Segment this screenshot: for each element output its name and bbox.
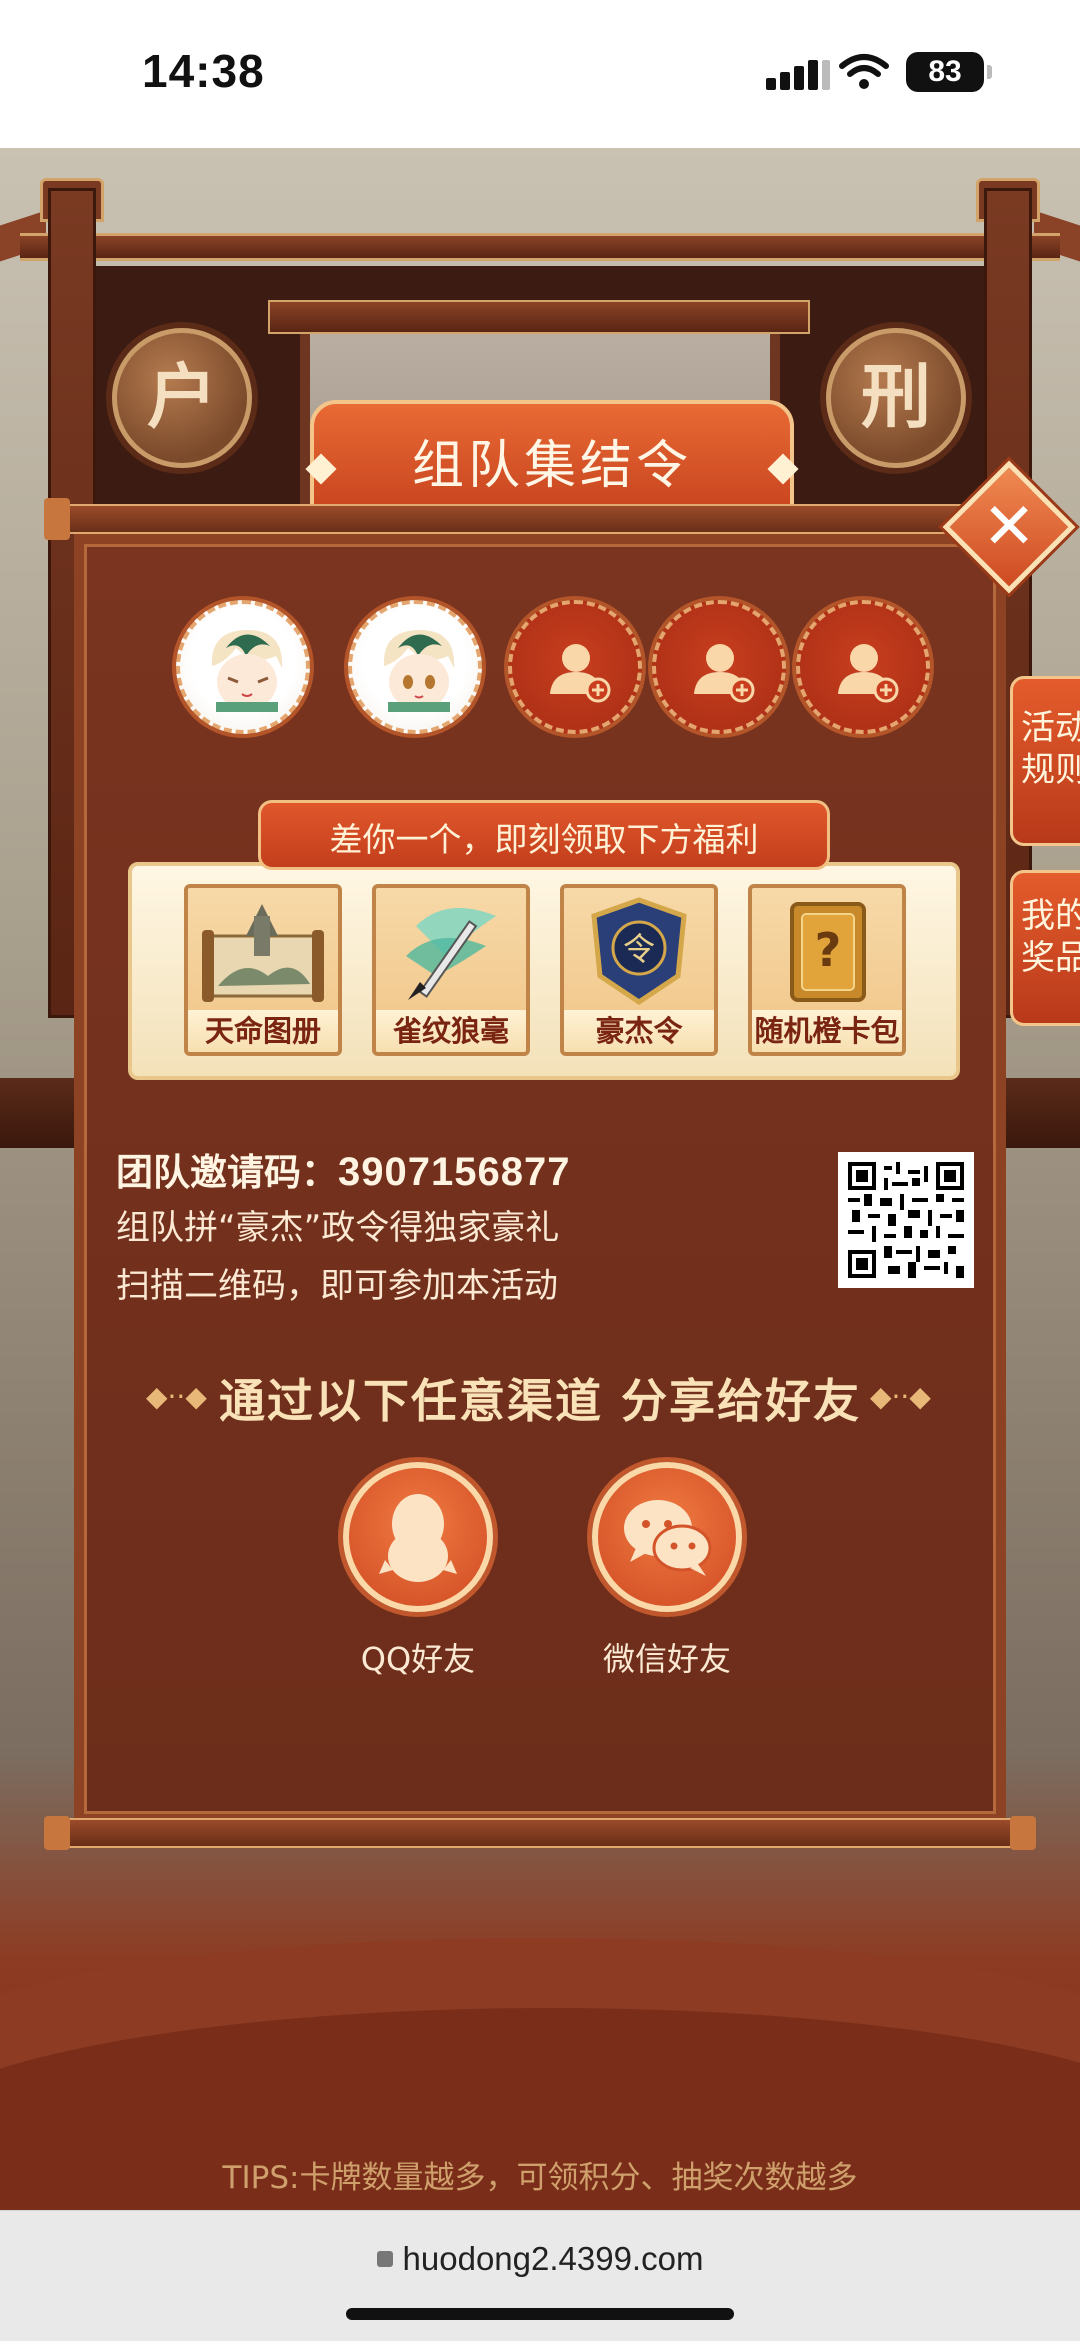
- lock-icon: [376, 2251, 393, 2268]
- token-icon: 令: [591, 897, 687, 1006]
- share-wechat-label: 微信好友: [602, 1640, 731, 1678]
- event-rules-label: 活动 规则: [1021, 708, 1080, 790]
- invite-code-value[interactable]: 3907156877: [338, 1150, 570, 1194]
- invite-slot-4[interactable]: [652, 600, 786, 734]
- add-user-icon: [838, 644, 899, 703]
- battery-indicator: 83: [906, 52, 992, 92]
- url-display[interactable]: huodong2.4399.com: [0, 2240, 1080, 2278]
- invite-code-row: 团队邀请码：3907156877: [116, 1142, 570, 1196]
- invite-slot-3[interactable]: [508, 600, 642, 734]
- invite-slot-5[interactable]: [796, 600, 930, 734]
- url-text: huodong2.4399.com: [402, 2240, 704, 2277]
- share-title: 通过以下任意渠道 分享给好友: [218, 1374, 861, 1428]
- share-qq-label: QQ好友: [360, 1640, 476, 1678]
- banner-title: 组队集结令: [411, 436, 692, 496]
- gate-beam: [268, 300, 810, 334]
- wechat-icon: [624, 1500, 712, 1576]
- modal-bottom-rod: [44, 1816, 1036, 1850]
- svg-text:?: ?: [815, 923, 842, 977]
- qr-code-icon: [848, 1162, 964, 1278]
- add-user-icon: [694, 644, 755, 703]
- team-slot-2: [348, 600, 482, 734]
- my-prizes-button[interactable]: 我的 奖品: [1010, 870, 1080, 1026]
- close-icon[interactable]: ✕: [962, 484, 1056, 574]
- event-rules-button[interactable]: 活动 规则: [1010, 676, 1080, 846]
- svg-text:令: 令: [623, 930, 655, 968]
- roof-beam: [20, 233, 1060, 261]
- ministry-medal-left: 户: [112, 328, 252, 468]
- benefit-banner-text: 差你一个，即刻领取下方福利: [329, 820, 759, 859]
- scroll-icon: [202, 904, 324, 1002]
- teammate-avatar-icon: [383, 630, 455, 712]
- my-prizes-label: 我的 奖品: [1021, 896, 1080, 978]
- invite-description: 组队拼“豪杰”政令得独家豪礼: [116, 1208, 560, 1248]
- reward-card-1[interactable]: 天命图册: [184, 884, 342, 1056]
- teammate-avatar-icon: [211, 630, 283, 712]
- home-indicator[interactable]: [346, 2308, 734, 2320]
- wifi-icon: [839, 54, 889, 89]
- reward-label: 随机橙卡包: [752, 1010, 902, 1052]
- scan-instruction: 扫描二维码，即可参加本活动: [116, 1266, 558, 1306]
- share-wechat-button[interactable]: [592, 1462, 742, 1612]
- ministry-medal-right: 刑: [826, 328, 966, 468]
- invite-code-label: 团队邀请码：: [116, 1151, 338, 1194]
- status-time: 14:38: [142, 45, 265, 97]
- qq-penguin-icon: [379, 1494, 457, 1582]
- reward-card-3[interactable]: 令 豪杰令: [560, 884, 718, 1056]
- reward-label: 天命图册: [188, 1010, 338, 1052]
- card-pack-icon: ?: [790, 902, 866, 1002]
- tips-text: TIPS:卡牌数量越多，可领积分、抽奖次数越多: [222, 2160, 858, 2196]
- team-slot-1: [176, 600, 310, 734]
- brush-icon: [406, 908, 496, 1000]
- add-user-icon: [550, 644, 611, 703]
- reward-label: 雀纹狼毫: [376, 1010, 526, 1052]
- qr-code: [838, 1152, 974, 1288]
- reward-card-2[interactable]: 雀纹狼毫: [372, 884, 530, 1056]
- cellular-signal-icon: [766, 60, 830, 90]
- modal-top-rod: [44, 498, 1036, 540]
- reward-card-4[interactable]: ? 随机橙卡包: [748, 884, 906, 1056]
- reward-label: 豪杰令: [564, 1010, 714, 1052]
- share-qq-button[interactable]: [343, 1462, 493, 1612]
